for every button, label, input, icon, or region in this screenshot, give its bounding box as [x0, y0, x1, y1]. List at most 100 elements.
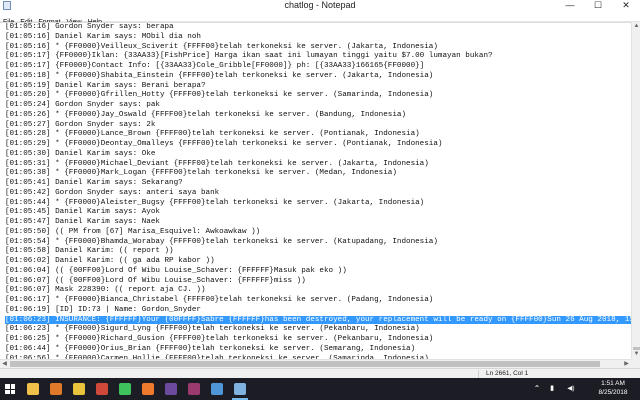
- log-line-text: [01:06:44] * {FF0000}Orius_Brian {FFFF00…: [5, 344, 416, 353]
- taskbar-app-photo-viewer[interactable]: [206, 378, 228, 400]
- log-line-text: [01:06:04] (( {00FF00}Lord Of Wibu Louis…: [5, 266, 347, 275]
- taskbar-app-game-launcher[interactable]: [45, 378, 67, 400]
- taskbar-app-winrar[interactable]: [183, 378, 205, 400]
- taskbar-app-media-player[interactable]: [91, 378, 113, 400]
- log-line-text: [01:06:19] [ID] ID:73 | Name: Gordon_Sny…: [5, 305, 201, 314]
- log-line-text: [01:05:20] * {FF0000}Gfrillen_Hotty {FFF…: [5, 91, 434, 100]
- scroll-down-arrow-icon[interactable]: ▼: [632, 350, 640, 359]
- log-line-text: [01:06:25] * {FF0000}Richard_Gusion {FFF…: [5, 335, 434, 343]
- network-icon[interactable]: ▮: [546, 382, 558, 396]
- log-line: [01:05:17] {FF0000}Iklan: {33AA33}[FishP…: [0, 52, 631, 62]
- log-line-text: [01:05:18] * {FF0000}Shabita_Einstein {F…: [5, 71, 434, 80]
- volume-icon[interactable]: ◀): [562, 382, 580, 396]
- file-explorer-icon: [27, 383, 39, 395]
- log-line-text: [01:05:24] Gordon Snyder says: pak: [5, 101, 160, 109]
- log-line-text: [01:05:16] Daniel Karim says: MObil dia …: [5, 32, 201, 41]
- window-title: chatlog - Notepad: [284, 0, 356, 10]
- log-line-text: [01:06:07] (( {00FF00}Lord Of Wibu Louis…: [5, 276, 306, 285]
- log-line-text: [01:05:41] Daniel Karim says: Sekarang?: [5, 179, 183, 187]
- scrollbar-corner: [631, 359, 640, 368]
- log-line: [01:05:17] {FF0000}Contact Info: [{33AA3…: [0, 62, 631, 72]
- log-line: [01:06:17] * {FF0000}Bianca_Christabel {…: [0, 296, 631, 306]
- log-line-text: [01:05:42] Gordon Snyder says: anteri sa…: [5, 188, 220, 197]
- close-button[interactable]: ✕: [612, 0, 640, 11]
- log-line-text: [01:05:19] Daniel Karim says: Berani ber…: [5, 81, 206, 90]
- log-line-text: [01:05:54] * {FF0000}Bhamda_Worabay {FFF…: [5, 237, 438, 246]
- log-line-text: [01:05:58] Daniel Karim: (( report )): [5, 247, 174, 256]
- log-line-text: [01:05:16] Gordon Snyder says: berapa: [5, 23, 174, 31]
- firefox-icon: [142, 383, 154, 395]
- log-line: [01:06:23] INSURANCE: {FFFFFF}Your {00FF…: [0, 315, 631, 326]
- text-editor-area[interactable]: [01:05:16] Gordon Snyder says: berapa [01…: [0, 22, 631, 359]
- log-line: [01:05:50] (( PM from [67] Marisa_Esquiv…: [0, 228, 631, 238]
- log-line-text: [01:05:29] * {FF0000}Deontay_Omalleys {F…: [5, 140, 443, 148]
- scroll-up-arrow-icon[interactable]: ▲: [632, 22, 640, 31]
- photo-viewer-icon: [211, 383, 223, 395]
- minimize-button[interactable]: —: [556, 0, 584, 11]
- log-line-text: [01:06:23] * {FF0000}Sigurd_Lyng {FFFF00…: [5, 325, 420, 334]
- clock[interactable]: 1:51 AM 8/25/2018: [590, 380, 636, 397]
- chrome-icon: [73, 383, 85, 395]
- log-line-text: [01:05:44] * {FF0000}Aleister_Bugsy {FFF…: [5, 198, 425, 207]
- taskbar-app-firefox[interactable]: [137, 378, 159, 400]
- log-line: [01:05:16] Daniel Karim says: MObil dia …: [0, 33, 631, 43]
- taskbar: ⌃ ▮ ◀) 1:51 AM 8/25/2018: [0, 378, 640, 400]
- log-line-text: [01:05:47] Daniel Karim says: Naek: [5, 218, 160, 226]
- maximize-button[interactable]: ☐: [584, 0, 612, 11]
- log-line: [01:06:07] Mask 228390: (( report aja CJ…: [0, 286, 631, 296]
- log-line: [01:06:23] * {FF0000}Sigurd_Lyng {FFFF00…: [0, 325, 631, 335]
- log-line: [01:05:27] Gordon Snyder says: 2k: [0, 121, 631, 131]
- log-line-text: [01:05:16] * {FF0000}Veilleux_Sciverit {…: [5, 42, 438, 51]
- log-line: [01:05:47] Daniel Karim says: Naek: [0, 218, 631, 228]
- windows-start-icon[interactable]: [5, 384, 15, 394]
- horizontal-scroll-thumb[interactable]: [10, 361, 600, 367]
- title-bar: chatlog - Notepad — ☐ ✕: [0, 0, 640, 11]
- log-line: [01:05:30] Daniel Karim says: Oke: [0, 150, 631, 160]
- taskbar-app-whatsapp[interactable]: [114, 378, 136, 400]
- log-line: [01:05:31] * {FF0000}Michael_Deviant {FF…: [0, 160, 631, 170]
- game-launcher-icon: [50, 383, 62, 395]
- log-line: [01:06:25] * {FF0000}Richard_Gusion {FFF…: [0, 335, 631, 345]
- winrar-icon: [188, 383, 200, 395]
- taskbar-app-file-explorer[interactable]: [22, 378, 44, 400]
- log-line: [01:06:04] (( {00FF00}Lord Of Wibu Louis…: [0, 267, 631, 277]
- log-line: [01:05:28] * {FF0000}Lance_Brown {FFFF00…: [0, 130, 631, 140]
- log-line-text: [01:05:17] {FF0000}Contact Info: [{33AA3…: [5, 62, 425, 70]
- notepad-icon: [234, 383, 246, 395]
- log-line: [01:05:41] Daniel Karim says: Sekarang?: [0, 179, 631, 189]
- log-line: [01:05:44] * {FF0000}Aleister_Bugsy {FFF…: [0, 199, 631, 209]
- media-player-icon: [96, 383, 108, 395]
- log-line-text: [01:06:02] Daniel Karim: (( ga ada RP ka…: [5, 257, 215, 265]
- horizontal-scrollbar[interactable]: ◀ ▶: [0, 359, 631, 368]
- log-line: [01:05:24] Gordon Snyder says: pak: [0, 101, 631, 111]
- whatsapp-icon: [119, 383, 131, 395]
- taskbar-app-chrome[interactable]: [68, 378, 90, 400]
- selected-log-line-text: [01:06:23] INSURANCE: {FFFFFF}Your {00FF…: [5, 315, 631, 324]
- log-line-text: [01:06:17] * {FF0000}Bianca_Christabel {…: [5, 296, 434, 304]
- vertical-scrollbar[interactable]: ▲ ▼: [631, 22, 640, 359]
- show-hidden-icons-icon[interactable]: ⌃: [532, 382, 542, 396]
- log-line: [01:05:42] Gordon Snyder says: anteri sa…: [0, 189, 631, 199]
- log-line: [01:05:18] * {FF0000}Shabita_Einstein {F…: [0, 72, 631, 82]
- log-line-text: [01:05:26] * {FF0000}Jay_Oswald {FFFF00}…: [5, 110, 407, 119]
- log-line: [01:06:02] Daniel Karim: (( ga ada RP ka…: [0, 257, 631, 267]
- log-line-text: [01:05:27] Gordon Snyder says: 2k: [5, 120, 156, 129]
- taskbar-app-video-app[interactable]: [160, 378, 182, 400]
- log-line: [01:06:07] (( {00FF00}Lord Of Wibu Louis…: [0, 277, 631, 287]
- log-line-text: [01:06:07] Mask 228390: (( report aja CJ…: [5, 286, 206, 295]
- log-line: [01:06:19] [ID] ID:73 | Name: Gordon_Sny…: [0, 306, 631, 316]
- clock-date: 8/25/2018: [598, 388, 628, 396]
- log-line-text: [01:05:31] * {FF0000}Michael_Deviant {FF…: [5, 159, 429, 168]
- log-line: [01:05:58] Daniel Karim: (( report )): [0, 247, 631, 257]
- log-line-text: [01:05:45] Daniel Karim says: Ayok: [5, 208, 160, 217]
- log-line: [01:05:29] * {FF0000}Deontay_Omalleys {F…: [0, 140, 631, 150]
- log-line-text: [01:05:50] (( PM from [67] Marisa_Esquiv…: [5, 227, 261, 236]
- log-line: [01:05:45] Daniel Karim says: Ayok: [0, 208, 631, 218]
- log-line: [01:05:26] * {FF0000}Jay_Oswald {FFFF00}…: [0, 111, 631, 121]
- log-line-text: [01:05:17] {FF0000}Iklan: {33AA33}[FishP…: [5, 52, 493, 61]
- log-line-text: [01:05:30] Daniel Karim says: Oke: [5, 149, 156, 158]
- log-line: [01:06:44] * {FF0000}Orius_Brian {FFFF00…: [0, 345, 631, 355]
- log-line-text: [01:05:38] * {FF0000}Mark_Logan {FFFF00}…: [5, 169, 397, 178]
- taskbar-app-notepad[interactable]: [229, 378, 251, 400]
- log-line-text: [01:05:28] * {FF0000}Lance_Brown {FFFF00…: [5, 130, 420, 139]
